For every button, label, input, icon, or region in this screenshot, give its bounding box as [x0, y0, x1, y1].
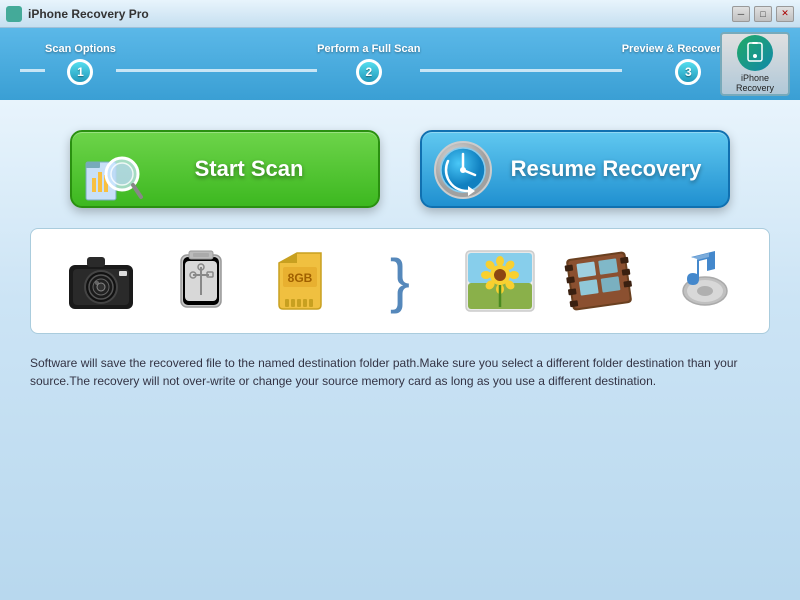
app-icon	[6, 6, 22, 22]
step-2-circle: 2	[356, 59, 382, 85]
sd-card-icon-item: 8GB	[255, 241, 345, 321]
step-bar: Scan Options 1 Perform a Full Scan 2 Pre…	[0, 28, 800, 100]
action-buttons: Start Scan	[30, 130, 770, 208]
step-1-circle: 1	[67, 59, 93, 85]
app-title: iPhone Recovery Pro	[28, 7, 149, 21]
maximize-button[interactable]: □	[754, 6, 772, 22]
feature-icons-box: 8GB }	[30, 228, 770, 334]
step-3-circle: 3	[675, 59, 701, 85]
start-scan-button[interactable]: Start Scan	[70, 130, 380, 208]
usb-drive-icon-item	[156, 241, 246, 321]
step-2-label: Perform a Full Scan	[317, 43, 420, 55]
logo-box: iPhone Recovery	[720, 32, 790, 96]
film-icon-item	[554, 241, 644, 321]
title-bar-left: iPhone Recovery Pro	[6, 6, 149, 22]
minimize-button[interactable]: ─	[732, 6, 750, 22]
main-content: Start Scan	[0, 100, 800, 600]
title-bar: iPhone Recovery Pro ─ □ ✕	[0, 0, 800, 28]
window-controls: ─ □ ✕	[732, 6, 794, 22]
bottom-text: Software will save the recovered file to…	[30, 354, 770, 390]
connector-1-2	[116, 69, 317, 72]
connector-2-3	[420, 69, 621, 72]
steps-row: Scan Options 1 Perform a Full Scan 2 Pre…	[20, 43, 780, 85]
step-1: Scan Options 1	[45, 43, 116, 85]
camera-icon-item	[56, 241, 146, 321]
close-button[interactable]: ✕	[776, 6, 794, 22]
step-1-label: Scan Options	[45, 43, 116, 55]
resume-recovery-button[interactable]: Resume Recovery	[420, 130, 730, 208]
pre-connector	[20, 69, 45, 72]
music-icon-item	[654, 241, 744, 321]
start-scan-label: Start Scan	[150, 156, 348, 182]
scan-icon	[78, 142, 138, 202]
resume-recovery-label: Resume Recovery	[504, 156, 708, 182]
svg-text:8GB: 8GB	[288, 271, 313, 285]
logo-icon	[737, 35, 773, 71]
brace-separator: }	[355, 241, 445, 321]
logo-text: iPhone Recovery	[736, 73, 774, 93]
resume-icon	[432, 139, 492, 199]
step-2: Perform a Full Scan 2	[317, 43, 420, 85]
photo-icon-item	[455, 241, 545, 321]
